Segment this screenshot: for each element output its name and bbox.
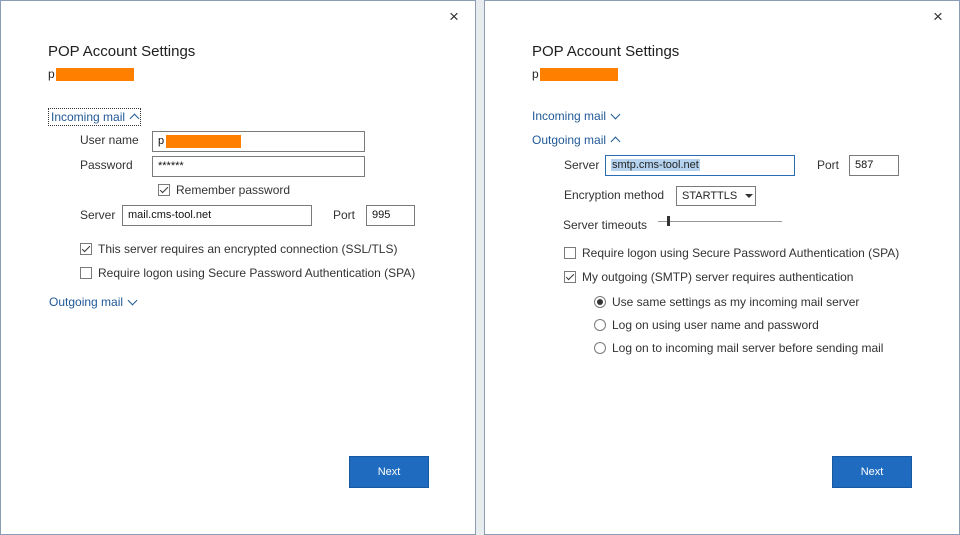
radio-icon <box>594 342 606 354</box>
spa-label: Require logon using Secure Password Auth… <box>98 266 416 280</box>
encryption-select[interactable]: STARTTLS <box>676 186 756 206</box>
close-icon[interactable]: × <box>928 7 948 27</box>
smtp-auth-label: My outgoing (SMTP) server requires authe… <box>582 270 854 284</box>
port-label: Port <box>817 158 840 172</box>
ssl-label: This server requires an encrypted connec… <box>98 242 398 256</box>
ssl-checkbox[interactable]: This server requires an encrypted connec… <box>80 242 397 256</box>
account-email-prefix: p <box>532 67 539 81</box>
encryption-value: STARTTLS <box>682 190 738 202</box>
server-label: Server <box>80 208 116 222</box>
chevron-down-icon <box>610 109 621 119</box>
outgoing-mail-toggle[interactable]: Outgoing mail <box>532 133 621 147</box>
check-icon <box>158 184 170 196</box>
chevron-down-icon <box>127 295 138 305</box>
outgoing-mail-toggle[interactable]: Outgoing mail <box>49 295 138 309</box>
radio-icon <box>594 319 606 331</box>
server-timeouts-slider[interactable] <box>658 221 782 222</box>
incoming-mail-toggle[interactable]: Incoming mail <box>48 108 142 126</box>
selected-server-text: smtp.cms-tool.net <box>611 159 700 171</box>
redacted-email <box>56 68 134 81</box>
check-icon <box>564 271 576 283</box>
radio-logon-label: Log on using user name and password <box>612 318 819 332</box>
check-icon <box>80 243 92 255</box>
radio-before-label: Log on to incoming mail server before se… <box>612 341 884 355</box>
pop-settings-dialog-outgoing: × POP Account Settings p Incoming mail O… <box>484 0 960 535</box>
port-label: Port <box>333 208 356 222</box>
incoming-port-field[interactable]: 995 <box>366 205 415 226</box>
redacted-username <box>166 135 241 148</box>
chevron-up-icon <box>610 136 621 147</box>
username-label: User name <box>80 133 139 147</box>
username-prefix: p <box>158 135 165 147</box>
radio-same-label: Use same settings as my incoming mail se… <box>612 295 860 309</box>
server-label: Server <box>564 158 600 172</box>
outgoing-server-field[interactable]: smtp.cms-tool.net <box>605 155 795 176</box>
close-icon[interactable]: × <box>444 7 464 27</box>
chevron-down-icon <box>745 194 754 198</box>
dialog-title: POP Account Settings <box>532 43 680 60</box>
incoming-mail-label: Incoming mail <box>532 109 607 123</box>
radio-selected-icon <box>594 296 606 308</box>
password-field[interactable]: ****** <box>152 156 365 177</box>
outgoing-mail-label: Outgoing mail <box>49 295 124 309</box>
checkbox-box <box>80 267 92 279</box>
outgoing-spa-checkbox[interactable]: Require logon using Secure Password Auth… <box>564 246 899 260</box>
redacted-email <box>540 68 618 81</box>
outgoing-mail-label: Outgoing mail <box>532 133 607 147</box>
radio-logon-username[interactable]: Log on using user name and password <box>594 318 819 332</box>
incoming-mail-label: Incoming mail <box>51 110 126 124</box>
smtp-auth-checkbox[interactable]: My outgoing (SMTP) server requires authe… <box>564 270 853 284</box>
dialog-title: POP Account Settings <box>48 43 196 60</box>
outgoing-spa-label: Require logon using Secure Password Auth… <box>582 246 900 260</box>
password-label: Password <box>80 158 133 172</box>
chevron-up-icon <box>129 113 140 124</box>
next-button[interactable]: Next <box>349 456 429 488</box>
incoming-mail-toggle[interactable]: Incoming mail <box>532 109 621 123</box>
server-timeouts-label: Server timeouts <box>563 218 648 232</box>
radio-use-same-settings[interactable]: Use same settings as my incoming mail se… <box>594 295 859 309</box>
account-email-prefix: p <box>48 67 55 81</box>
next-button[interactable]: Next <box>832 456 912 488</box>
remember-password-label: Remember password <box>176 183 291 197</box>
outgoing-port-field[interactable]: 587 <box>849 155 899 176</box>
checkbox-box <box>564 247 576 259</box>
pop-settings-dialog-incoming: × POP Account Settings p Incoming mail U… <box>0 0 476 535</box>
encryption-label: Encryption method <box>564 188 665 202</box>
slider-thumb[interactable] <box>667 216 670 226</box>
spa-checkbox[interactable]: Require logon using Secure Password Auth… <box>80 266 415 280</box>
radio-logon-before-sending[interactable]: Log on to incoming mail server before se… <box>594 341 883 355</box>
remember-password-checkbox[interactable]: Remember password <box>158 183 290 197</box>
incoming-server-field[interactable]: mail.cms-tool.net <box>122 205 312 226</box>
